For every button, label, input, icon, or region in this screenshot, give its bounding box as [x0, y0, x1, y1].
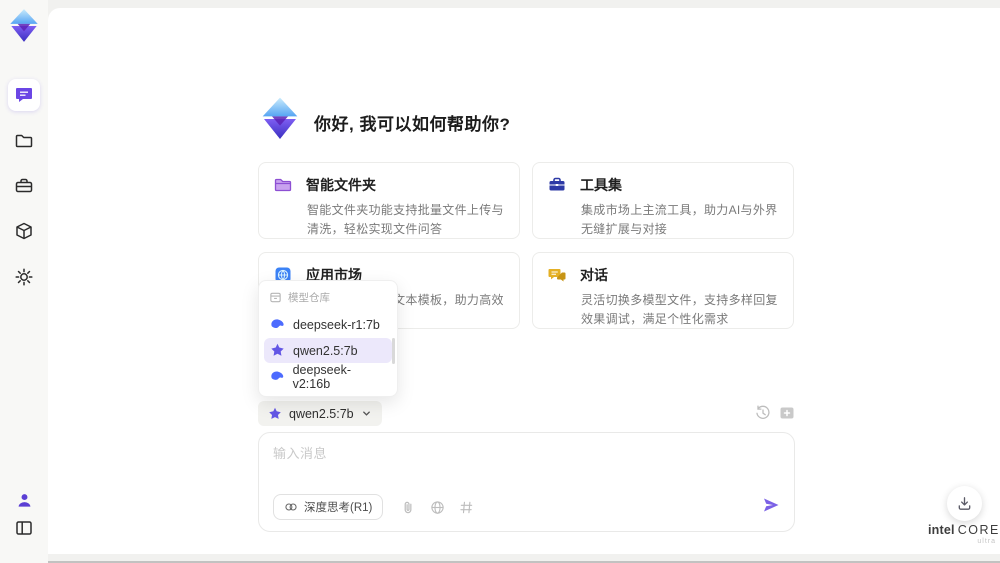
model-option-label: qwen2.5:7b	[293, 343, 358, 358]
grid-icon[interactable]	[459, 500, 474, 515]
model-option-label: deepseek-v2:16b	[292, 362, 351, 391]
card-title: 工具集	[580, 177, 622, 193]
model-option-label: deepseek-r1:7b	[293, 317, 380, 332]
intel-tier: ultra	[977, 538, 996, 545]
intel-product: core	[957, 523, 1000, 537]
model-selector[interactable]: qwen2.5:7b	[258, 401, 382, 426]
deepseek-icon	[271, 371, 284, 380]
card-title: 智能文件夹	[306, 177, 376, 193]
paperclip-icon[interactable]	[401, 500, 416, 515]
composer-toolbar: 深度思考(R1)	[273, 494, 780, 520]
dropdown-scrollbar[interactable]	[392, 338, 395, 364]
composer-icons	[401, 500, 474, 515]
page-title: 你好, 我可以如何帮助你?	[314, 115, 511, 134]
download-button[interactable]	[947, 486, 982, 521]
chat-bubbles-icon	[548, 269, 566, 282]
model-dropdown-header-label: 模型仓库	[288, 292, 330, 304]
sidebar-item-settings[interactable]	[8, 261, 40, 293]
deep-think-label: 深度思考(R1)	[304, 502, 373, 514]
globe-icon[interactable]	[430, 500, 445, 515]
qwen-icon	[269, 407, 281, 419]
deepseek-icon	[271, 319, 284, 329]
card-title: 对话	[580, 267, 608, 283]
app-logo-icon	[7, 7, 41, 45]
sidebar-item-panel-toggle[interactable]	[8, 512, 40, 544]
history-button[interactable]	[755, 405, 771, 421]
sidebar	[0, 0, 48, 563]
card-description: 灵活切换多模型文件，支持多样回复效果调试，满足个性化需求	[581, 293, 778, 326]
send-icon	[764, 498, 779, 511]
card-description: 集成市场上主流工具，助力AI与外界无缝扩展与对接	[581, 203, 778, 236]
sidebar-item-apps[interactable]	[8, 215, 40, 247]
history-icon	[756, 405, 770, 419]
sidebar-item-folders[interactable]	[8, 125, 40, 157]
intel-brand: intel	[928, 523, 955, 537]
card-toolset[interactable]: 工具集 集成市场上主流工具，助力AI与外界无缝扩展与对接	[532, 162, 794, 239]
model-dropdown-header: 模型仓库	[264, 288, 392, 311]
model-option-qwen[interactable]: qwen2.5:7b	[264, 338, 392, 363]
atom-icon	[285, 503, 297, 511]
chat-icon	[16, 88, 32, 102]
deep-think-button[interactable]: 深度思考(R1)	[273, 494, 384, 520]
card-description: 智能文件夹功能支持批量文件上传与清洗，轻松实现文件问答	[307, 203, 504, 236]
download-icon	[958, 497, 971, 510]
send-button[interactable]	[762, 496, 780, 519]
cube-icon	[16, 222, 32, 240]
card-smart-folder[interactable]: 智能文件夹 智能文件夹功能支持批量文件上传与清洗，轻松实现文件问答	[258, 162, 520, 239]
folder-icon	[15, 134, 33, 148]
model-option-deepseek-r1[interactable]: deepseek-r1:7b	[264, 312, 392, 337]
greeting-logo-icon	[256, 95, 304, 143]
model-repo-icon	[270, 292, 281, 303]
new-window-icon	[780, 407, 794, 419]
smart-folder-icon	[274, 178, 292, 192]
new-window-button[interactable]	[779, 405, 795, 421]
user-icon	[18, 493, 30, 507]
composer: 深度思考(R1)	[258, 432, 795, 532]
card-conversation[interactable]: 对话 灵活切换多模型文件，支持多样回复效果调试，满足个性化需求	[532, 252, 794, 329]
qwen-icon	[271, 343, 284, 356]
model-selector-value: qwen2.5:7b	[289, 406, 354, 421]
message-input[interactable]	[273, 443, 778, 481]
chevron-down-icon	[362, 411, 370, 416]
toolbox-icon	[15, 178, 33, 193]
model-dropdown-menu: 模型仓库 deepseek-r1:7b qwen2.5:7b deepseek-…	[258, 280, 398, 397]
app-window: 你好, 我可以如何帮助你? 智能文件夹 智能文件夹功能支持批量文件上传与清洗，轻…	[0, 0, 1000, 563]
sidebar-item-chat[interactable]	[8, 79, 40, 111]
panel-toggle-icon	[16, 521, 32, 535]
sidebar-item-tools[interactable]	[8, 170, 40, 202]
intel-core-badge: intel core ultra	[928, 523, 998, 545]
gear-icon	[15, 268, 33, 286]
model-option-deepseek-v2[interactable]: deepseek-v2:16b	[264, 362, 392, 391]
toolset-icon	[549, 177, 565, 191]
